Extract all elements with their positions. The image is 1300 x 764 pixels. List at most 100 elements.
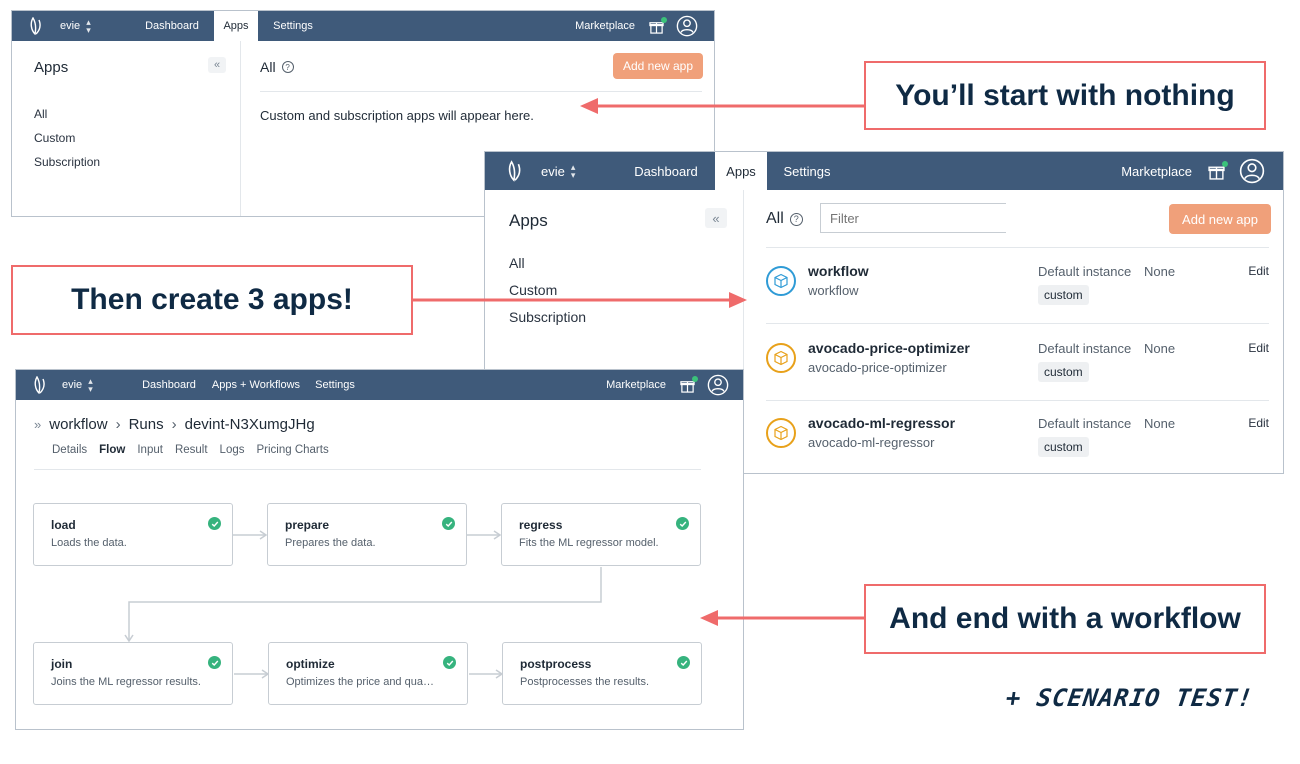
default-instance-label: Default instance (1038, 264, 1132, 279)
node-description: Postprocesses the results. (520, 676, 650, 688)
node-description: Joins the ML regressor results. (51, 676, 201, 688)
marketplace-link[interactable]: Marketplace (1121, 164, 1192, 179)
page-title: All (766, 210, 784, 227)
flow-node-regress[interactable]: regress Fits the ML regressor model. (501, 503, 701, 566)
box-icon (766, 343, 796, 373)
callout-end: And end with a workflow (864, 584, 1266, 654)
callout-start: You’ll start with nothing (864, 61, 1266, 130)
node-description: Loads the data. (51, 537, 127, 549)
chevron-updown-icon: ▴ ▾ (570, 162, 576, 180)
default-instance-label: Default instance (1038, 416, 1132, 431)
flow-node-optimize[interactable]: optimize Optimizes the price and quantit… (268, 642, 468, 705)
check-icon (443, 656, 456, 669)
flow-node-postprocess[interactable]: postprocess Postprocesses the results. (502, 642, 702, 705)
edit-link[interactable]: Edit (1248, 264, 1269, 278)
edit-link[interactable]: Edit (1248, 416, 1269, 430)
app-row[interactable]: workflow workflow Default instance None … (766, 248, 1269, 324)
arrow-to-workflow (700, 610, 866, 626)
collapse-sidebar-button[interactable]: « (705, 208, 727, 228)
logo-icon (495, 152, 535, 190)
custom-badge: custom (1038, 437, 1089, 457)
default-instance-value: None (1144, 341, 1176, 356)
sidebar-title: Apps (34, 59, 69, 76)
collapse-sidebar-button[interactable]: « (208, 57, 226, 73)
custom-badge: custom (1038, 362, 1089, 382)
apps-sidebar: Apps « All Custom Subscription (12, 41, 241, 216)
org-switcher[interactable]: evie ▴ ▾ (60, 17, 120, 35)
app-row[interactable]: avocado-price-optimizer avocado-price-op… (766, 325, 1269, 401)
divider (260, 91, 702, 92)
app-row[interactable]: avocado-ml-regressor avocado-ml-regresso… (766, 402, 1269, 475)
gift-icon[interactable] (649, 16, 667, 34)
node-title: postprocess (520, 657, 592, 671)
help-icon[interactable]: ? (281, 61, 294, 73)
app-name[interactable]: workflow (808, 263, 869, 279)
sidebar-item-custom[interactable]: Custom (34, 131, 75, 145)
help-icon[interactable]: ? (789, 212, 803, 226)
tab-dashboard[interactable]: Dashboard (621, 152, 711, 190)
sidebar-item-subscription[interactable]: Subscription (34, 155, 100, 169)
check-icon (442, 517, 455, 530)
scenario-test-note: + SCENARIO TEST! (1004, 684, 1256, 712)
edit-link[interactable]: Edit (1248, 341, 1269, 355)
check-icon (677, 656, 690, 669)
app-subtitle: avocado-ml-regressor (808, 435, 935, 450)
org-switcher[interactable]: evie ▴ ▾ (541, 162, 613, 180)
org-name: evie (541, 163, 565, 179)
sidebar-item-all[interactable]: All (509, 255, 525, 271)
top-nav: evie ▴ ▾ Dashboard Apps Settings Marketpl… (485, 152, 1283, 190)
tab-apps[interactable]: Apps (214, 11, 258, 41)
node-title: load (51, 518, 76, 532)
node-description: Prepares the data. (285, 537, 376, 549)
tab-settings[interactable]: Settings (262, 11, 324, 41)
sidebar-item-all[interactable]: All (34, 107, 47, 121)
flow-node-join[interactable]: join Joins the ML regressor results. (33, 642, 233, 705)
tab-apps[interactable]: Apps (715, 152, 767, 190)
box-icon (766, 418, 796, 448)
app-name[interactable]: avocado-price-optimizer (808, 340, 970, 356)
arrow-to-apps (413, 292, 747, 308)
flow-node-load[interactable]: load Loads the data. (33, 503, 233, 566)
app-subtitle: workflow (808, 283, 859, 298)
empty-state-message: Custom and subscription apps will appear… (260, 108, 534, 123)
default-instance-value: None (1144, 416, 1176, 431)
node-title: regress (519, 518, 563, 532)
callout-create: Then create 3 apps! (11, 265, 413, 335)
add-new-app-button[interactable]: Add new app (1169, 204, 1271, 234)
add-new-app-button[interactable]: Add new app (613, 53, 703, 79)
tab-settings[interactable]: Settings (771, 152, 843, 190)
box-icon (766, 266, 796, 296)
app-list: workflow workflow Default instance None … (744, 248, 1283, 475)
app-subtitle: avocado-price-optimizer (808, 360, 947, 375)
app-name[interactable]: avocado-ml-regressor (808, 415, 955, 431)
check-icon (208, 517, 221, 530)
logo-icon (18, 11, 54, 41)
node-description: Optimizes the price and quantity. (286, 676, 436, 688)
default-instance-value: None (1144, 264, 1176, 279)
default-instance-label: Default instance (1038, 341, 1132, 356)
arrow-to-empty (580, 98, 866, 114)
sidebar-item-subscription[interactable]: Subscription (509, 309, 586, 325)
node-title: join (51, 657, 73, 671)
check-icon (676, 517, 689, 530)
node-description: Fits the ML regressor model. (519, 537, 659, 549)
avatar-icon[interactable] (1239, 158, 1265, 184)
custom-badge: custom (1038, 285, 1089, 305)
sidebar-title: Apps (509, 211, 548, 230)
gift-icon[interactable] (1208, 160, 1228, 180)
chevron-updown-icon: ▴ ▾ (86, 17, 91, 35)
filter-input[interactable] (820, 203, 1006, 233)
main-heading: All ? (766, 210, 803, 228)
org-name: evie (60, 20, 81, 32)
page-title: All (260, 59, 276, 75)
top-nav: evie ▴ ▾ Dashboard Apps Settings Marketpl… (12, 11, 714, 41)
tab-dashboard[interactable]: Dashboard (134, 11, 210, 41)
check-icon (208, 656, 221, 669)
node-title: optimize (286, 657, 335, 671)
workflow-window: evie ▴ ▾ Dashboard Apps + Workflows Setti… (15, 369, 744, 730)
flow-node-prepare[interactable]: prepare Prepares the data. (267, 503, 467, 566)
node-title: prepare (285, 518, 330, 532)
avatar-icon[interactable] (676, 15, 698, 37)
main-heading: All ? (260, 59, 294, 75)
marketplace-link[interactable]: Marketplace (575, 20, 635, 32)
